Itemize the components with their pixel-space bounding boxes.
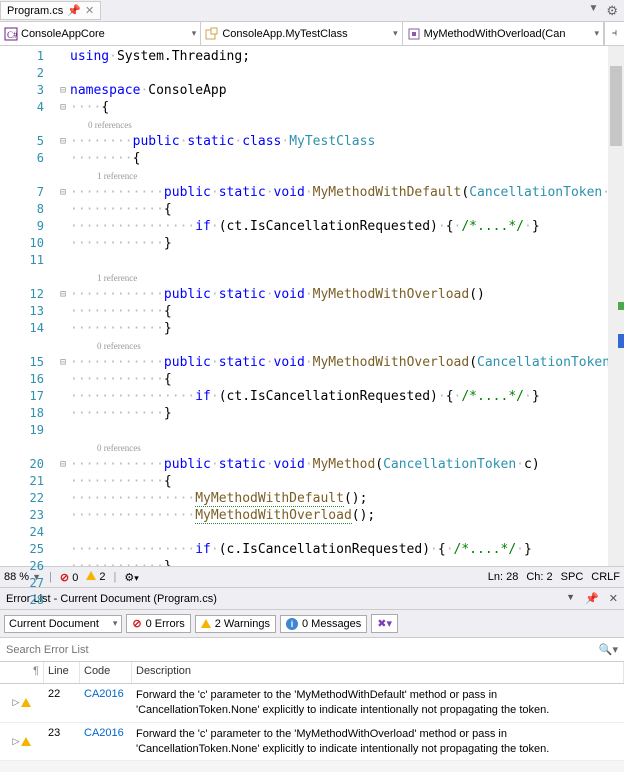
warning-icon bbox=[201, 619, 211, 628]
filter-icon: ✖▾ bbox=[377, 617, 392, 630]
warnings-filter[interactable]: 2 Warnings bbox=[195, 615, 276, 633]
class-icon bbox=[205, 27, 219, 41]
cell-description: Forward the 'c' parameter to the 'MyMeth… bbox=[132, 727, 624, 757]
col-line[interactable]: Line bbox=[44, 662, 80, 683]
fold-column[interactable]: ⊟⊟⊟⊟⊟⊟⊟ bbox=[56, 46, 70, 566]
close-icon[interactable]: ✕ bbox=[85, 4, 94, 17]
nav-project-label: ConsoleAppCore bbox=[21, 28, 105, 40]
tab-title: Program.cs bbox=[7, 5, 63, 17]
expand-icon[interactable]: ▷ bbox=[13, 697, 20, 708]
nav-member[interactable]: MyMethodWithOverload(Can ▾ bbox=[403, 22, 604, 45]
search-icon[interactable]: 🔍▾ bbox=[599, 643, 618, 656]
col-description[interactable]: Description bbox=[132, 662, 624, 683]
document-tab[interactable]: Program.cs 📌 ✕ bbox=[0, 1, 101, 20]
table-row[interactable]: ▷ 23CA2016Forward the 'c' parameter to th… bbox=[0, 723, 624, 762]
error-list-toolbar: Current Document ▾ ⊘ 0 Errors 2 Warnings… bbox=[0, 610, 624, 638]
csharp-project-icon: C# bbox=[4, 27, 18, 41]
line-number-gutter: 1234567891011121314151617181920212223242… bbox=[0, 46, 56, 566]
table-header[interactable]: ¶ Line Code Description bbox=[0, 662, 624, 684]
chevron-down-icon: ▾ bbox=[192, 28, 197, 39]
col-icon[interactable]: ¶ bbox=[0, 662, 44, 683]
expand-icon[interactable]: ▷ bbox=[13, 736, 20, 747]
chevron-down-icon[interactable]: ▼ bbox=[588, 3, 598, 19]
col-code[interactable]: Code bbox=[80, 662, 132, 683]
gear-icon[interactable]: ⚙ bbox=[606, 3, 618, 19]
chevron-down-icon: ▾ bbox=[113, 618, 118, 629]
errors-filter[interactable]: ⊘ 0 Errors bbox=[126, 614, 190, 633]
vertical-scrollbar[interactable] bbox=[608, 46, 624, 566]
cell-line: 23 bbox=[44, 727, 80, 757]
indent-mode[interactable]: SPC bbox=[561, 571, 584, 583]
nav-project[interactable]: C# ConsoleAppCore ▾ bbox=[0, 22, 201, 45]
scrollbar-marker bbox=[618, 302, 624, 310]
pin-icon[interactable]: 📌 bbox=[67, 4, 81, 17]
scrollbar-marker bbox=[618, 334, 624, 348]
method-icon bbox=[407, 27, 421, 41]
close-icon[interactable]: ✕ bbox=[609, 592, 618, 605]
chevron-down-icon: ▾ bbox=[594, 28, 599, 39]
info-icon: i bbox=[286, 618, 298, 630]
code-editor[interactable]: 1234567891011121314151617181920212223242… bbox=[0, 46, 624, 566]
scope-dropdown[interactable]: Current Document ▾ bbox=[4, 615, 122, 633]
settings-icon[interactable]: ⚙▾ bbox=[124, 571, 138, 584]
build-filter[interactable]: ✖▾ bbox=[371, 614, 398, 633]
pin-icon[interactable]: 📌 bbox=[585, 592, 599, 605]
table-row[interactable]: ▷ 22CA2016Forward the 'c' parameter to th… bbox=[0, 684, 624, 723]
editor-status-bar: 88 % ▼ | ⊘ 0 2 | ⚙▾ Ln: 28 Ch: 2 SPC CRL… bbox=[0, 566, 624, 588]
nav-class[interactable]: ConsoleApp.MyTestClass ▾ bbox=[201, 22, 402, 45]
chevron-down-icon: ▾ bbox=[393, 28, 398, 39]
warning-icon bbox=[21, 698, 31, 707]
nav-class-label: ConsoleApp.MyTestClass bbox=[222, 28, 347, 40]
error-list-header: Error List - Current Document (Program.c… bbox=[0, 588, 624, 610]
warning-icon bbox=[21, 737, 31, 746]
cell-code[interactable]: CA2016 bbox=[80, 727, 132, 757]
document-tab-strip: Program.cs 📌 ✕ ▼ ⚙ bbox=[0, 0, 624, 22]
chevron-down-icon[interactable]: ▼ bbox=[566, 592, 575, 605]
caret-line: Ln: 28 bbox=[488, 571, 519, 583]
warning-icon bbox=[86, 571, 96, 580]
messages-filter[interactable]: i 0 Messages bbox=[280, 615, 367, 633]
svg-text:C#: C# bbox=[7, 30, 18, 40]
search-input[interactable] bbox=[6, 644, 599, 656]
cell-line: 22 bbox=[44, 688, 80, 718]
cell-description: Forward the 'c' parameter to the 'MyMeth… bbox=[132, 688, 624, 718]
code-area[interactable]: using·System.Threading;namespace·Console… bbox=[70, 46, 624, 566]
caret-char: Ch: 2 bbox=[526, 571, 552, 583]
cell-code[interactable]: CA2016 bbox=[80, 688, 132, 718]
scrollbar-thumb[interactable] bbox=[610, 66, 622, 146]
error-list-search[interactable]: 🔍▾ bbox=[0, 638, 624, 662]
navigation-bar: C# ConsoleAppCore ▾ ConsoleApp.MyTestCla… bbox=[0, 22, 624, 46]
nav-member-label: MyMethodWithOverload(Can bbox=[424, 28, 566, 40]
warning-count[interactable]: 2 bbox=[86, 571, 105, 583]
split-icon[interactable]: ⫞ bbox=[604, 22, 624, 45]
line-ending[interactable]: CRLF bbox=[591, 571, 620, 583]
error-list-table: ¶ Line Code Description ▷ 22CA2016Forward… bbox=[0, 662, 624, 761]
error-icon: ⊘ bbox=[132, 617, 141, 630]
